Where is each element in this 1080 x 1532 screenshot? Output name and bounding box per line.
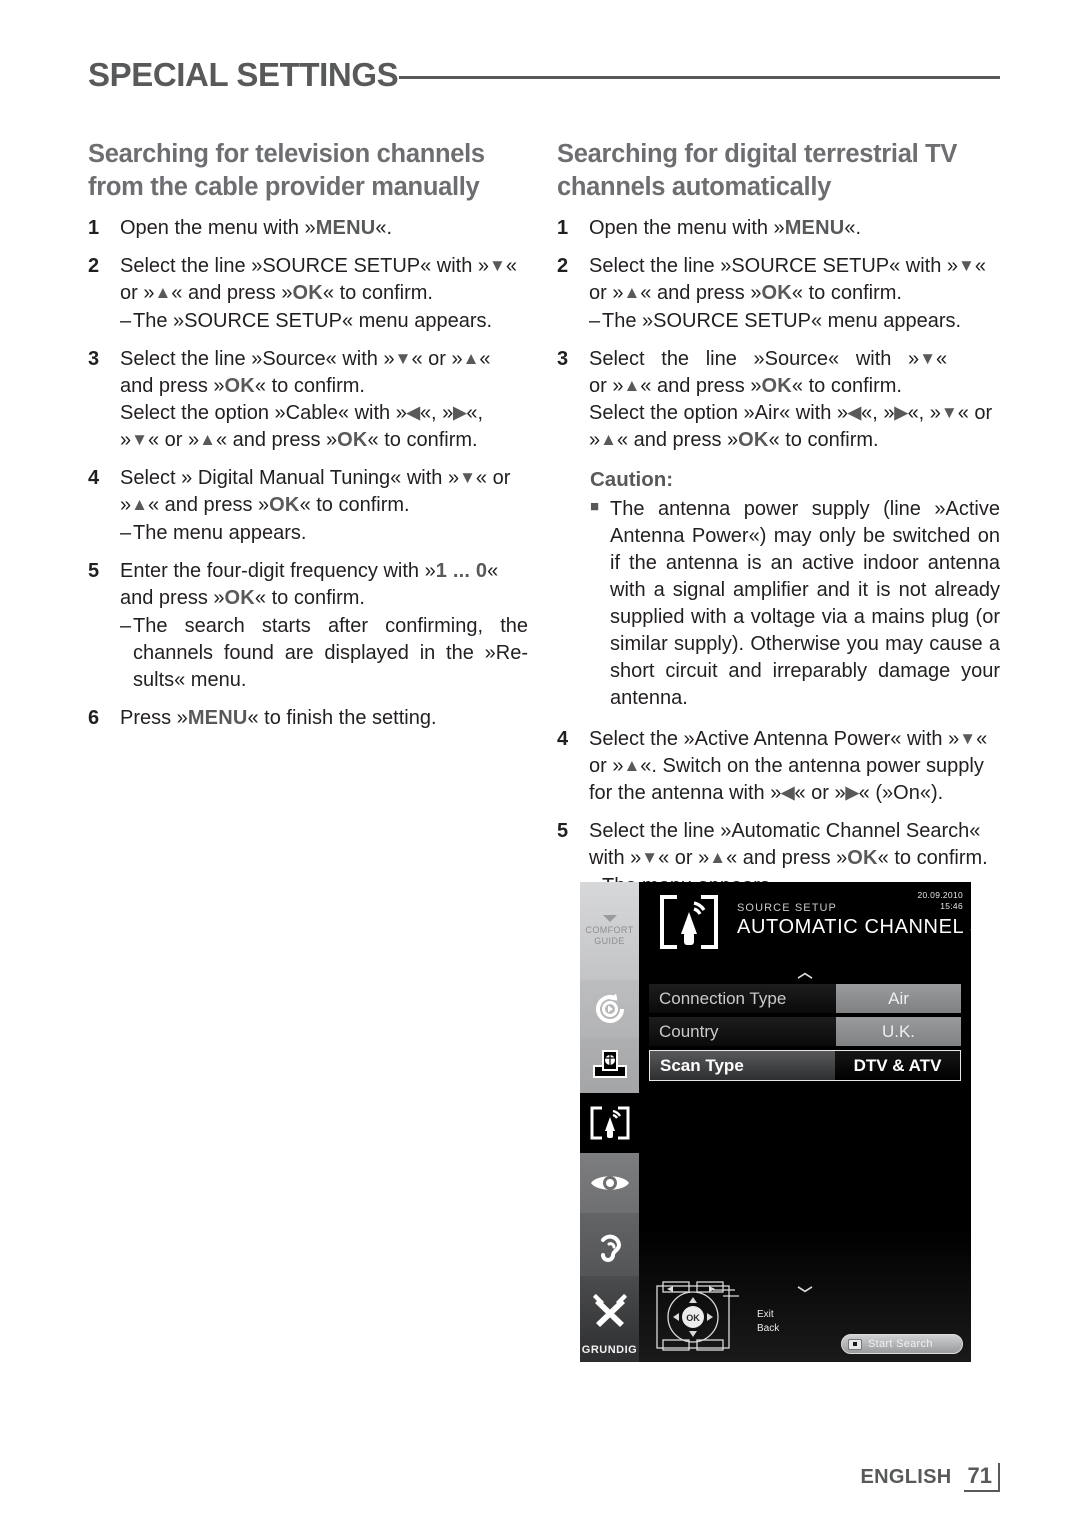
brand-logo: GRUNDIG — [581, 1344, 638, 1356]
sidebar-item-comfort-guide[interactable]: COMFORT GUIDE — [580, 882, 639, 980]
tools-settings-icon — [592, 1294, 627, 1327]
osd-date: 20.09.2010 — [917, 890, 963, 900]
sidebar-item-sound[interactable] — [580, 1213, 639, 1276]
step-item: 4 Select the »Active Antenna Power« with… — [557, 726, 1000, 807]
page-title: SPECIAL SETTINGS — [88, 56, 399, 93]
row-value: U.K. — [836, 1017, 961, 1046]
step-text: Enter the four-digit frequency with »1 .… — [120, 560, 528, 692]
step-text: Open the menu with »MENU«. — [589, 217, 862, 240]
step-number: 2 — [557, 255, 569, 278]
step-number: 5 — [88, 560, 100, 583]
left-column: Searching for television channels from t… — [88, 138, 528, 743]
row-label: Country — [649, 1017, 836, 1046]
footer-page-number: 71 — [963, 1463, 1000, 1492]
osd-datetime: 20.09.2010 15:46 — [917, 890, 963, 912]
ear-sound-icon — [600, 1234, 621, 1262]
left-steps: 1 Open the menu with »MENU«. 2 Select th… — [88, 215, 528, 732]
comfort-guide-label-1: COMFORT — [585, 925, 634, 935]
step-item: 3 Select the line »Source« with »▼« or »… — [557, 346, 1000, 454]
caution-item: ■ The antenna power supply (line »Active… — [590, 496, 1000, 712]
sidebar-item-network[interactable] — [580, 1038, 639, 1093]
chevron-up-icon[interactable]: ︿ — [639, 965, 971, 980]
sidebar-item-settings[interactable]: GRUNDIG — [580, 1276, 639, 1362]
step-number: 1 — [88, 217, 100, 240]
step-item: 3 Select the line »Source« with »▼« or »… — [88, 346, 528, 454]
square-bullet-icon: ■ — [590, 498, 600, 516]
svg-text:OK: OK — [686, 1313, 700, 1323]
step-text: Select the line »SOURCE SETUP« with »▼« … — [120, 255, 517, 333]
step-number: 4 — [557, 728, 569, 751]
step-number: 3 — [557, 348, 569, 371]
antenna-source-icon — [590, 1106, 629, 1140]
eye-picture-icon — [590, 1176, 629, 1190]
step-number: 2 — [88, 255, 100, 278]
right-steps: 1 Open the menu with »MENU«. 2 Select th… — [557, 215, 1000, 900]
caution-text: The antenna power supply (line »Active A… — [610, 498, 1000, 710]
step-item: 2 Select the line »SOURCE SETUP« with »▼… — [88, 253, 528, 335]
row-label: Scan Type — [650, 1051, 835, 1080]
step-number: 1 — [557, 217, 569, 240]
osd-row-scan-type[interactable]: Scan Type DTV & ATV — [649, 1050, 961, 1081]
right-column: Searching for digital terrestrial TV cha… — [557, 138, 1000, 911]
triangle-down-icon — [602, 915, 617, 922]
comfort-guide-label-2: GUIDE — [594, 936, 625, 946]
step-text: Select the line »SOURCE SETUP« with »▼« … — [589, 255, 986, 333]
start-search-label: Start Search — [868, 1338, 933, 1350]
key-hint-back: Back — [757, 1323, 780, 1334]
page-footer: ENGLISH 71 — [861, 1463, 1000, 1492]
antenna-source-header-icon — [660, 895, 718, 949]
media-play-icon — [595, 993, 624, 1023]
footer-language: ENGLISH — [860, 1466, 952, 1488]
step-text: Open the menu with »MENU«. — [120, 217, 393, 240]
osd-time: 15:46 — [940, 901, 963, 911]
osd-key-hints: Exit Back — [757, 1308, 779, 1336]
step-text: Select the line »Source« with »▼« or »▲«… — [589, 348, 993, 452]
step-number: 3 — [88, 348, 100, 371]
osd-row-connection-type[interactable]: Connection Type Air — [649, 984, 961, 1013]
start-search-button[interactable]: Start Search — [841, 1334, 963, 1354]
sidebar-item-media[interactable] — [580, 980, 639, 1038]
step-item: 6 Press »MENU« to finish the setting. — [88, 705, 528, 732]
running-head: SPECIAL SETTINGS — [88, 56, 1000, 104]
osd-breadcrumb: SOURCE SETUP — [737, 902, 837, 914]
step-text: Select » Digital Manual Tuning« with »▼«… — [120, 467, 511, 545]
section-heading-left: Searching for television channels from t… — [88, 140, 485, 201]
key-hint-exit: Exit — [757, 1309, 774, 1320]
osd-header: SOURCE SETUP AUTOMATIC CHANNEL SEARCH 20… — [639, 882, 1056, 966]
osd-sidebar: COMFORT GUIDE GRUNDIG — [580, 882, 639, 1362]
sidebar-item-picture[interactable] — [580, 1153, 639, 1213]
row-value: DTV & ATV — [835, 1051, 960, 1080]
osd-footer: ﹀ OK Exit Back Start Search — [639, 1266, 971, 1362]
step-item: 1 Open the menu with »MENU«. — [88, 215, 528, 242]
sidebar-item-source-setup[interactable] — [580, 1093, 639, 1153]
step-item: 2 Select the line »SOURCE SETUP« with »▼… — [557, 253, 1000, 335]
step-number: 6 — [88, 707, 100, 730]
manual-page: SPECIAL SETTINGS Searching for televisio… — [0, 0, 1080, 1532]
navigation-pad-diagram: OK — [656, 1281, 739, 1351]
step-text: Select the line »Source« with »▼« or »▲«… — [120, 348, 491, 452]
caution-heading: Caution: — [590, 468, 674, 492]
network-globe-icon — [592, 1049, 627, 1078]
header-rule — [399, 76, 1000, 79]
osd-title: AUTOMATIC CHANNEL SEARCH — [737, 916, 1057, 938]
step-text: Press »MENU« to finish the setting. — [120, 707, 437, 730]
row-label: Connection Type — [649, 984, 836, 1013]
step-item: 5 Enter the four-digit frequency with »1… — [88, 558, 528, 694]
tv-osd-screenshot: COMFORT GUIDE GRUNDIG SOURCE SETUP AUTOM… — [580, 882, 1056, 1362]
row-value: Air — [836, 984, 961, 1013]
step-number: 4 — [88, 467, 100, 490]
step-item: 1 Open the menu with »MENU«. — [557, 215, 1000, 242]
osd-row-country[interactable]: Country U.K. — [649, 1017, 961, 1046]
red-key-icon — [848, 1338, 862, 1350]
osd-main-panel: SOURCE SETUP AUTOMATIC CHANNEL SEARCH 20… — [639, 882, 1056, 1362]
osd-settings-list: Connection Type Air Country U.K. Scan Ty… — [639, 984, 971, 1081]
step-text: Select the »Active Antenna Power« with »… — [589, 728, 988, 805]
section-heading-right: Searching for digital terrestrial TV cha… — [557, 140, 958, 201]
step-item: 4 Select » Digital Manual Tuning« with »… — [88, 465, 528, 547]
